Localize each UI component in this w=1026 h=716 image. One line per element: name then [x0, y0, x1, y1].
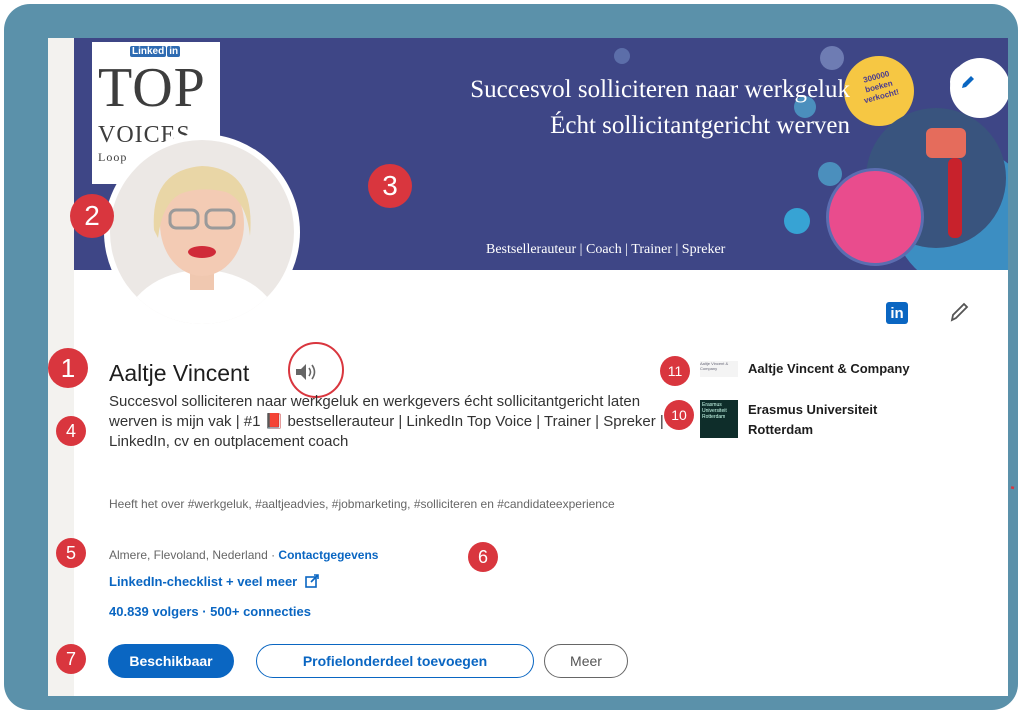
profile-name: Aaltje Vincent — [109, 360, 250, 386]
more-button[interactable]: Meer — [544, 644, 628, 678]
annotation-badge-4: 4 — [56, 416, 86, 446]
avatar — [110, 140, 294, 324]
linkedin-icon[interactable]: in — [886, 302, 908, 324]
top-voices-top: TOP — [98, 57, 206, 119]
banner-headline: Succesvol solliciteren naar werkgeluk Éc… — [470, 72, 850, 144]
banner-line-1: Succesvol solliciteren naar werkgeluk — [470, 76, 850, 103]
banner-line-2: Écht sollicitantgericht werven — [550, 112, 850, 139]
annotation-badge-11: 11 — [660, 356, 690, 386]
profile-headline: Succesvol solliciteren naar werkgeluk en… — [109, 393, 664, 450]
annotation-badge-2: 2 — [70, 194, 114, 238]
company-logo-aaltje: Aaltje Vincent & Company — [700, 361, 738, 377]
external-link-icon — [305, 574, 319, 588]
annotation-badge-10: 10 — [664, 400, 694, 430]
book-photo — [826, 168, 924, 266]
speaker-highlight-ring — [288, 342, 344, 398]
annotation-badge-5: 5 — [56, 538, 86, 568]
location-text: Almere, Flevoland, Nederland — [109, 548, 268, 562]
presentation-frame: 300000 boeken verkocht! Succesvol sollic… — [4, 4, 1018, 710]
top-voices-sub: Loop — [98, 150, 128, 164]
profile-hashtags: Heeft het over #werkgeluk, #aaltjeadvies… — [109, 497, 615, 511]
location-separator: · — [267, 548, 279, 562]
edit-banner-button[interactable] — [950, 64, 986, 100]
annotation-badge-1: 1 — [48, 348, 88, 388]
company-erasmus[interactable]: Erasmus Universiteit Rotterdam — [748, 400, 908, 440]
company-logo-erasmus: Erasmus Universiteit Rotterdam — [700, 400, 738, 438]
add-profile-section-button[interactable]: Profielonderdeel toevoegen — [256, 644, 534, 678]
followers-connections[interactable]: 40.839 volgers · 500+ connecties — [109, 604, 311, 619]
checklist-label: LinkedIn-checklist + veel meer — [109, 574, 298, 589]
contact-info-link[interactable]: Contactgegevens — [278, 548, 378, 562]
pencil-icon — [962, 76, 974, 88]
company-aaltje-vincent[interactable]: Aaltje Vincent & Company — [748, 359, 910, 379]
annotation-badge-6: 6 — [468, 542, 498, 572]
linkedin-icon-glyph: in — [890, 304, 904, 322]
banner-tagline: Bestsellerauteur | Coach | Trainer | Spr… — [486, 242, 726, 257]
annotation-badge-7: 7 — [56, 644, 86, 674]
available-button[interactable]: Beschikbaar — [108, 644, 234, 678]
profile-photo[interactable] — [104, 134, 300, 330]
checklist-link[interactable]: LinkedIn-checklist + veel meer — [109, 574, 319, 589]
edit-pencil-icon[interactable] — [948, 300, 970, 324]
annotation-badge-3: 3 — [368, 164, 412, 208]
profile-location-line: Almere, Flevoland, Nederland · Contactge… — [109, 548, 378, 562]
